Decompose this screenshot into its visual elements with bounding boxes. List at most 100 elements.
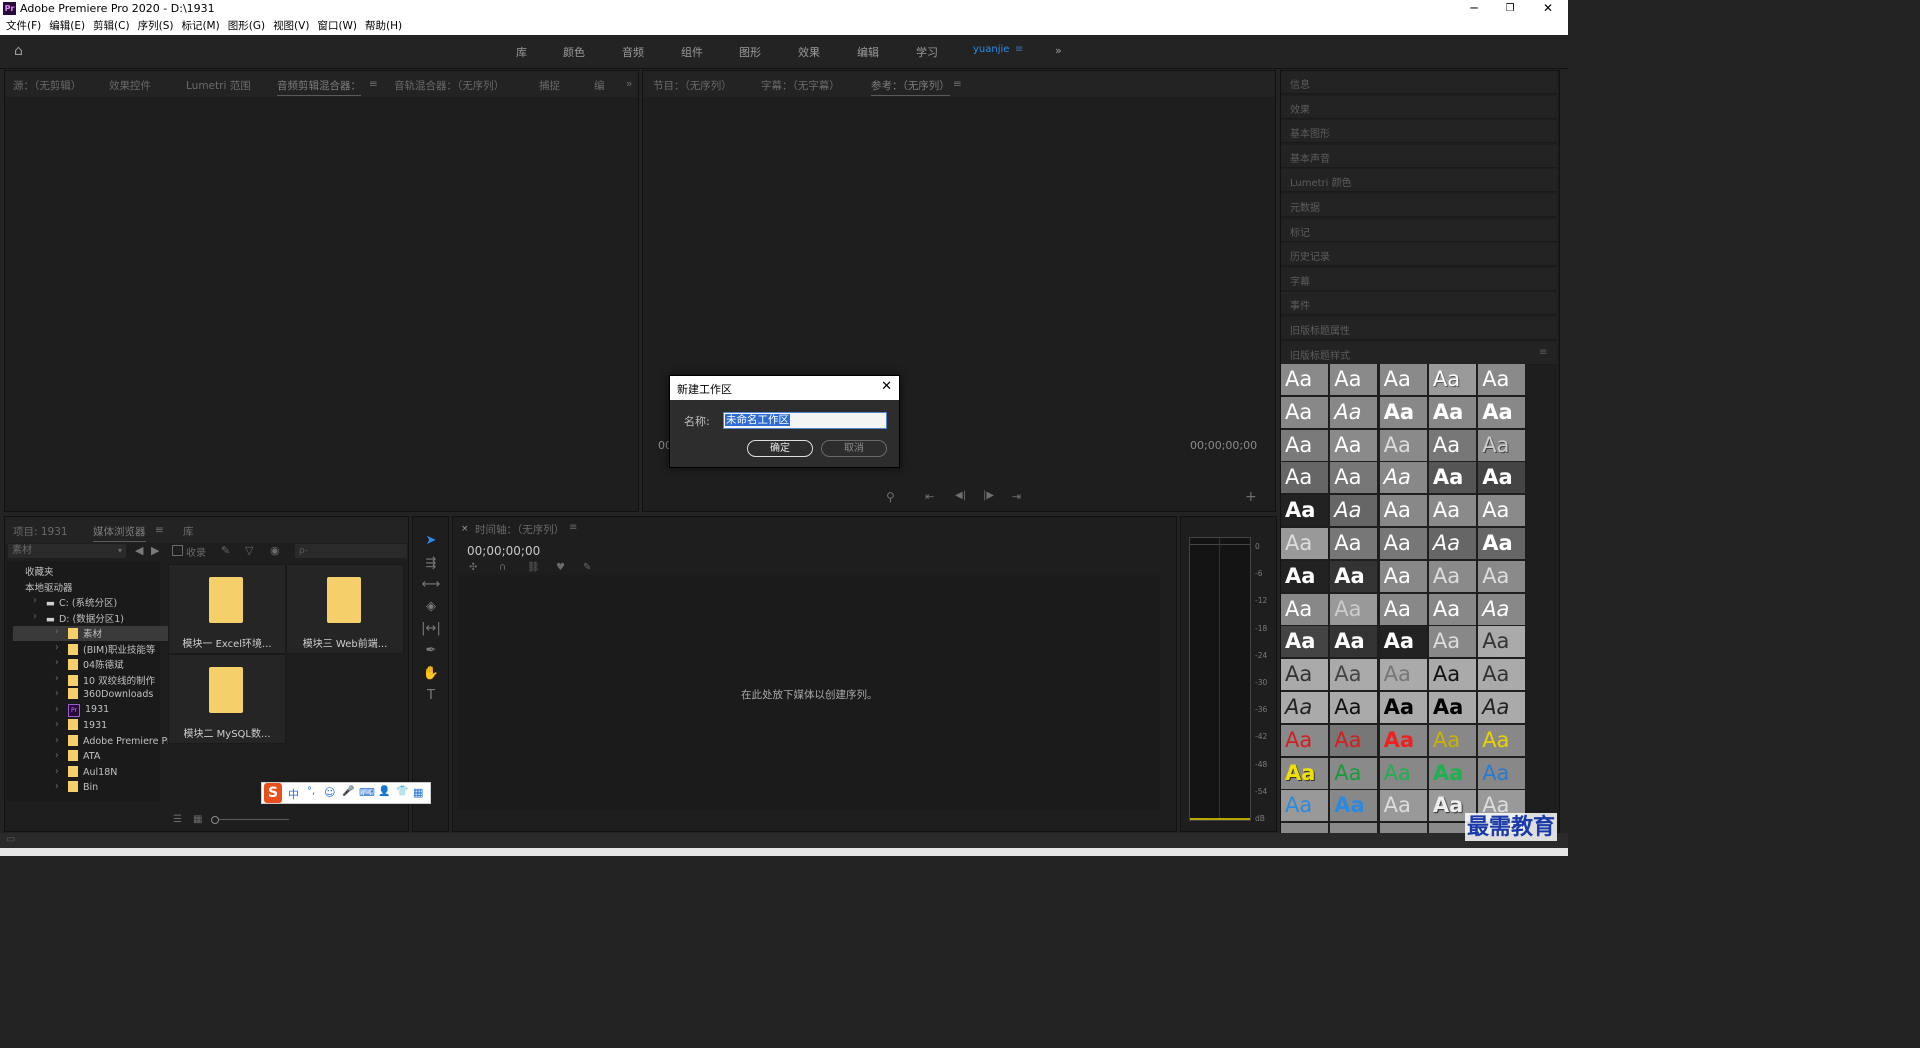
expand-arrow-icon[interactable]: › xyxy=(55,704,59,715)
title-style-swatch[interactable]: Aa xyxy=(1330,724,1378,756)
slip-tool-icon[interactable]: |↔| xyxy=(421,620,441,638)
search-input[interactable]: ρ- xyxy=(295,544,407,558)
title-style-swatch[interactable]: Aa xyxy=(1379,495,1427,527)
title-style-swatch[interactable]: Aa xyxy=(1428,659,1476,691)
title-style-swatch[interactable]: Aa xyxy=(1428,593,1476,625)
expand-arrow-icon[interactable]: › xyxy=(55,688,59,699)
title-style-swatch[interactable]: Aa xyxy=(1428,757,1476,789)
menu-marker[interactable]: 标记(M) xyxy=(177,18,223,35)
title-style-swatch[interactable]: Aa xyxy=(1428,528,1476,559)
title-style-swatch[interactable]: Aa xyxy=(1478,724,1526,756)
tab-captions[interactable]: 字幕：（无字幕） xyxy=(761,78,840,93)
title-style-swatch[interactable]: Aa xyxy=(1478,626,1526,658)
panel-menu-icon[interactable]: ≡ xyxy=(1539,347,1547,358)
title-style-swatch[interactable]: Aa xyxy=(1428,560,1476,592)
title-style-swatch[interactable]: Aa xyxy=(1330,396,1378,428)
selection-tool-icon[interactable]: ➤ xyxy=(421,532,441,550)
tab-lumetri-scopes[interactable]: Lumetri 范围 xyxy=(186,78,251,93)
close-tab-icon[interactable]: × xyxy=(461,524,469,534)
panel-header-captions[interactable]: 字幕 xyxy=(1281,267,1557,291)
path-dropdown[interactable]: 素材 ▾ xyxy=(8,544,126,558)
workspace-tab-learning[interactable]: 学习 xyxy=(916,44,938,60)
pen-tool-icon[interactable]: ✒ xyxy=(421,642,441,660)
title-style-swatch[interactable]: Aa xyxy=(1330,790,1378,822)
tab-audio-clip-mixer[interactable]: 音频剪辑混合器： xyxy=(277,78,361,96)
tree-item[interactable]: › Aul18N xyxy=(13,765,218,781)
title-style-swatch[interactable]: Aa xyxy=(1281,790,1328,822)
type-tool-icon[interactable]: T xyxy=(421,687,441,705)
forward-arrow-icon[interactable]: ▶ xyxy=(151,544,159,557)
title-style-swatch[interactable]: Aa xyxy=(1330,692,1378,723)
razor-tool-icon[interactable]: ◈ xyxy=(421,598,441,616)
title-style-swatch[interactable]: Aa xyxy=(1478,593,1526,625)
nest-icon[interactable]: ✣ xyxy=(469,562,477,573)
title-style-swatch[interactable]: Aa xyxy=(1478,692,1526,723)
title-style-swatch[interactable]: Aa xyxy=(1379,560,1427,592)
timeline-settings-icon[interactable]: ✎ xyxy=(583,562,591,573)
title-style-swatch[interactable]: Aa xyxy=(1281,528,1328,559)
panel-header-events[interactable]: 事件 xyxy=(1281,292,1557,316)
ime-keyboard-icon[interactable]: ⌨ xyxy=(359,786,375,799)
tree-item[interactable]: › Bin xyxy=(13,781,218,796)
tab-edit-truncated[interactable]: 编 xyxy=(594,78,605,93)
go-to-out-icon[interactable]: ⇥ xyxy=(1012,490,1021,503)
tab-audio-track-mixer[interactable]: 音轨混合器：（无序列） xyxy=(394,78,504,93)
title-style-swatch[interactable]: Aa xyxy=(1281,593,1328,625)
title-style-swatch[interactable]: Aa xyxy=(1281,364,1328,395)
step-forward-icon[interactable]: |▶ xyxy=(983,490,994,501)
title-style-swatch[interactable]: Aa xyxy=(1379,462,1427,494)
ime-chinese-mode[interactable]: 中 xyxy=(288,786,299,802)
dialog-close-icon[interactable]: ✕ xyxy=(881,379,892,394)
expand-arrow-icon[interactable]: › xyxy=(55,735,59,746)
workspace-tab-audio[interactable]: 音频 xyxy=(622,44,644,60)
title-style-swatch[interactable]: Aa xyxy=(1281,429,1328,461)
menu-view[interactable]: 视图(V) xyxy=(269,18,313,35)
hand-tool-icon[interactable]: ✋ xyxy=(421,665,441,683)
title-style-swatch[interactable]: Aa xyxy=(1379,692,1427,723)
linked-selection-icon[interactable]: ⛓ xyxy=(527,562,540,573)
title-style-swatch[interactable]: Aa xyxy=(1330,429,1378,461)
workspace-name-input[interactable]: 未命名工作区 xyxy=(723,412,887,429)
workspace-tab-graphics[interactable]: 图形 xyxy=(739,44,761,60)
tab-menu-icon[interactable]: ≡ xyxy=(155,524,164,536)
maximize-button[interactable]: ❐ xyxy=(1492,0,1528,18)
title-style-swatch[interactable]: Aa xyxy=(1428,724,1476,756)
title-style-swatch[interactable]: Aa xyxy=(1379,757,1427,789)
title-style-swatch[interactable]: Aa xyxy=(1478,659,1526,691)
title-style-swatch[interactable]: Aa xyxy=(1379,396,1427,428)
title-style-swatch[interactable]: Aa xyxy=(1281,692,1328,723)
tree-item[interactable]: › ATA xyxy=(13,750,218,765)
icon-view-icon[interactable]: ▦ xyxy=(193,814,202,825)
ime-emoji-icon[interactable]: ☺ xyxy=(324,786,335,799)
title-style-swatch[interactable]: Aa xyxy=(1281,560,1328,592)
workspace-menu-icon[interactable]: ≡ xyxy=(1015,44,1023,55)
title-style-swatch[interactable]: Aa xyxy=(1281,659,1328,691)
filter-icon[interactable]: ▽ xyxy=(245,544,253,557)
workspace-tab-yuanjie[interactable]: yuanjie xyxy=(973,44,1009,55)
ime-voice-icon[interactable]: 🎤 xyxy=(342,786,354,797)
menu-sequence[interactable]: 序列(S) xyxy=(134,18,178,35)
view-icon[interactable]: ◉ xyxy=(270,544,280,557)
panel-header-essential-graphics[interactable]: 基本图形 xyxy=(1281,120,1557,144)
tab-project[interactable]: 项目: 1931 xyxy=(13,524,68,539)
title-style-swatch[interactable]: Aa xyxy=(1330,757,1378,789)
menu-help[interactable]: 帮助(H) xyxy=(361,18,406,35)
tab-libraries[interactable]: 库 xyxy=(183,524,194,539)
menu-file[interactable]: 文件(F) xyxy=(2,18,45,35)
timeline-timecode[interactable]: 00;00;00;00 xyxy=(467,544,540,558)
step-back-icon[interactable]: ◀| xyxy=(955,490,966,501)
ime-toolbox-icon[interactable]: ▦ xyxy=(413,786,423,799)
title-style-swatch[interactable]: Aa xyxy=(1478,396,1526,428)
tab-effect-controls[interactable]: 效果控件 xyxy=(109,78,151,93)
tab-media-browser[interactable]: 媒体浏览器 xyxy=(93,524,146,542)
title-style-swatch[interactable]: Aa xyxy=(1330,495,1378,527)
title-style-swatch[interactable]: Aa xyxy=(1281,495,1328,527)
title-style-swatch[interactable]: Aa xyxy=(1428,396,1476,428)
tab-menu-icon[interactable]: ≡ xyxy=(953,78,962,90)
expand-arrow-icon[interactable]: › xyxy=(55,673,59,684)
title-style-swatch[interactable]: Aa xyxy=(1379,626,1427,658)
ime-skin-icon[interactable]: 👕 xyxy=(396,786,408,797)
panel-header-history[interactable]: 历史记录 xyxy=(1281,243,1557,267)
title-style-swatch[interactable]: Aa xyxy=(1478,528,1526,559)
panel-header-legacy-title-properties[interactable]: 旧版标题属性 xyxy=(1281,317,1557,340)
